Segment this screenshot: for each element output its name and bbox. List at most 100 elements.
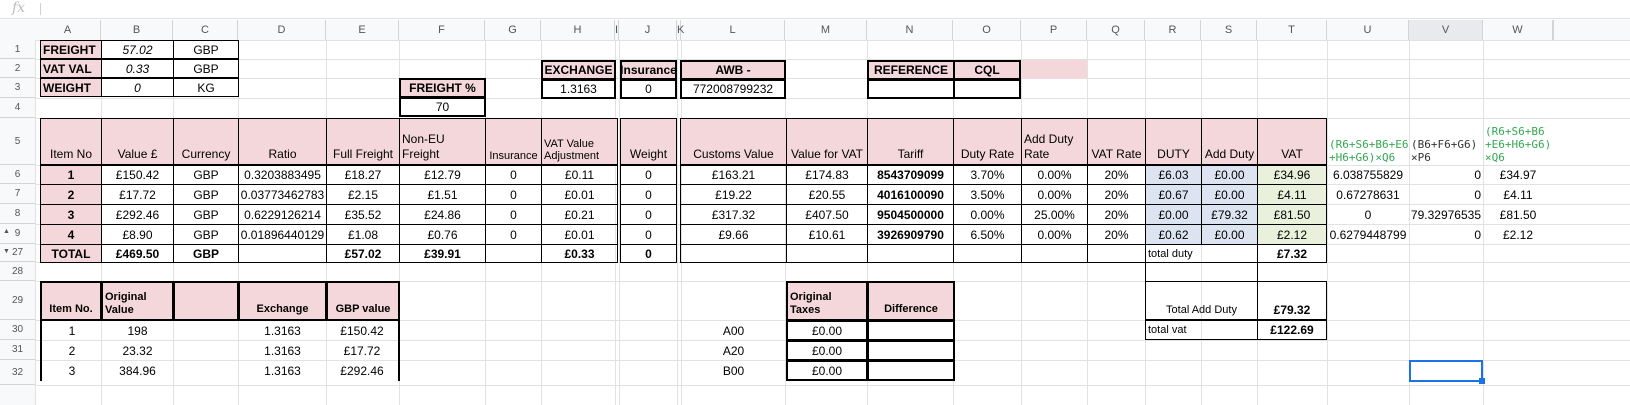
item-w-cell[interactable]: £4.11 [1483, 184, 1553, 205]
item-add-duty-cell[interactable]: £0.00 [1201, 224, 1258, 245]
item-add-duty-rate-cell[interactable]: 0.00% [1021, 165, 1088, 185]
total-vat-adjustment[interactable]: £0.33 [541, 244, 618, 263]
item-ratio-cell[interactable]: 0.3203883495 [238, 165, 327, 185]
row-header-11[interactable]: 28 [0, 262, 35, 281]
freight-currency[interactable]: GBP [173, 40, 239, 59]
hdr-add-duty[interactable]: Add Duty [1201, 118, 1258, 165]
total-blank-n[interactable] [867, 244, 954, 263]
row-header-6[interactable]: 6 [0, 165, 35, 184]
freight-label[interactable]: FREIGHT [40, 40, 102, 59]
item-vat-rate-cell[interactable]: 20% [1087, 165, 1146, 185]
column-header-16[interactable]: P [1021, 20, 1087, 40]
item-ratio-cell[interactable]: 0.03773462783 [238, 184, 327, 205]
total-blank-p[interactable] [1021, 244, 1088, 263]
item-ratio-cell[interactable]: 0.6229126214 [238, 204, 327, 225]
item-vat-adj-cell[interactable]: £0.01 [541, 224, 618, 245]
total-label[interactable]: TOTAL [40, 244, 102, 263]
hdr-value-for-vat[interactable]: Value for VAT [786, 118, 868, 165]
item-full-freight-cell[interactable]: £1.08 [326, 224, 400, 245]
row-header-14[interactable]: 31 [0, 340, 35, 360]
vat-val-label[interactable]: VAT VAL [40, 59, 102, 78]
item-value-cell[interactable]: £292.46 [101, 204, 174, 225]
total-duty-label[interactable]: total duty [1145, 244, 1258, 263]
exchange-label[interactable]: EXCHANGE [541, 60, 616, 80]
column-header-8[interactable]: H [541, 20, 615, 40]
item-no-cell[interactable]: 2 [40, 184, 102, 205]
lower-gbp-cell[interactable]: £17.72 [326, 340, 400, 361]
item-v-cell[interactable]: 79.32976535 [1409, 204, 1483, 225]
hdr-customs-value[interactable]: Customs Value [680, 118, 787, 165]
item-full-freight-cell[interactable]: £2.15 [326, 184, 400, 205]
item-insurance-cell[interactable]: 0 [485, 165, 542, 185]
hdr-formula-v[interactable]: (B6+F6+G6) ×P6 [1409, 118, 1483, 164]
lower-gbp-cell[interactable]: £150.42 [326, 320, 400, 341]
item-ratio-cell[interactable]: 0.01896440129 [238, 224, 327, 245]
tax-difference-cell[interactable] [867, 340, 955, 361]
item-add-duty-cell[interactable]: £0.00 [1201, 184, 1258, 205]
tax-code-cell[interactable]: B00 [680, 360, 787, 381]
column-header-12[interactable]: L [681, 20, 785, 40]
column-header-17[interactable]: Q [1087, 20, 1145, 40]
lower-blank-cell[interactable] [173, 320, 239, 341]
column-header-18[interactable]: R [1145, 20, 1201, 40]
total-blank-m[interactable] [786, 244, 868, 263]
lower-no-cell[interactable]: 1 [40, 320, 102, 341]
column-header-22[interactable]: V [1409, 20, 1483, 40]
row-group-toggle-icon[interactable]: ▲ [3, 228, 10, 235]
column-header-15[interactable]: O [953, 20, 1021, 40]
hdr-value[interactable]: Value £ [101, 118, 174, 165]
hdr-currency[interactable]: Currency [173, 118, 239, 165]
column-header-20[interactable]: T [1257, 20, 1327, 40]
awb-value[interactable]: 772008799232 [680, 79, 786, 99]
total-blank-l[interactable] [680, 244, 787, 263]
column-header-1[interactable]: A [35, 20, 101, 40]
lower-gbp-cell[interactable]: £292.46 [326, 360, 400, 381]
lower-exchange-cell[interactable]: 1.3163 [238, 360, 327, 381]
freight-pct-label[interactable]: FREIGHT % [399, 78, 486, 98]
item-duty-cell[interactable]: £6.03 [1145, 165, 1202, 185]
lower-blank-cell[interactable] [173, 360, 239, 381]
lower-hdr-item-no[interactable]: Item No. [40, 281, 102, 321]
item-value-cell[interactable]: £17.72 [101, 184, 174, 205]
item-non-eu-cell[interactable]: £0.76 [399, 224, 486, 245]
column-header-3[interactable]: C [173, 20, 238, 40]
hdr-duty[interactable]: DUTY [1145, 118, 1202, 165]
column-header-2[interactable]: B [101, 20, 173, 40]
item-u-cell[interactable]: 0.67278631 [1327, 184, 1409, 205]
column-header-5[interactable]: E [326, 20, 399, 40]
item-weight-cell[interactable]: 0 [620, 224, 677, 245]
lower-hdr-blank-c[interactable] [173, 281, 239, 321]
total-ratio-blank[interactable] [238, 244, 327, 263]
item-vat-cell[interactable]: £81.50 [1257, 204, 1327, 225]
hdr-vat-adjustment[interactable]: VAT Value Adjustment [541, 118, 618, 165]
item-customs-cell[interactable]: £163.21 [680, 165, 787, 185]
column-header-7[interactable]: G [485, 20, 541, 40]
reference-blank-1[interactable] [867, 79, 955, 99]
item-duty-rate-cell[interactable]: 3.50% [953, 184, 1022, 205]
hdr-formula-w[interactable]: (R6+S6+B6 +E6+H6+G6) ×Q6 [1483, 118, 1563, 164]
item-vat-rate-cell[interactable]: 20% [1087, 224, 1146, 245]
lower-no-cell[interactable]: 2 [40, 340, 102, 361]
weight-unit[interactable]: KG [173, 78, 239, 97]
item-non-eu-cell[interactable]: £1.51 [399, 184, 486, 205]
column-header-10[interactable]: J [619, 20, 677, 40]
item-u-cell[interactable]: 0 [1327, 204, 1409, 225]
tax-code-cell[interactable]: A00 [680, 320, 787, 341]
item-value-cell[interactable]: £150.42 [101, 165, 174, 185]
column-header-21[interactable]: U [1327, 20, 1409, 40]
item-insurance-cell[interactable]: 0 [485, 184, 542, 205]
item-tariff-cell[interactable]: 3926909790 [867, 224, 954, 245]
lower-orig-cell[interactable]: 23.32 [101, 340, 174, 361]
item-vat-cell[interactable]: £4.11 [1257, 184, 1327, 205]
lower-hdr-gbp-value[interactable]: GBP value [326, 281, 400, 321]
hdr-weight[interactable]: Weight [620, 118, 677, 165]
row-group-toggle-icon[interactable]: ▼ [3, 248, 10, 255]
total-weight[interactable]: 0 [620, 244, 677, 263]
row-header-5[interactable]: 5 [0, 118, 35, 165]
item-customs-cell[interactable]: £317.32 [680, 204, 787, 225]
item-duty-cell[interactable]: £0.00 [1145, 204, 1202, 225]
hdr-insurance[interactable]: Insurance [485, 118, 542, 165]
selected-cell-outline[interactable] [1409, 360, 1483, 382]
insurance-value[interactable]: 0 [620, 79, 677, 99]
awb-label[interactable]: AWB - [680, 60, 786, 80]
